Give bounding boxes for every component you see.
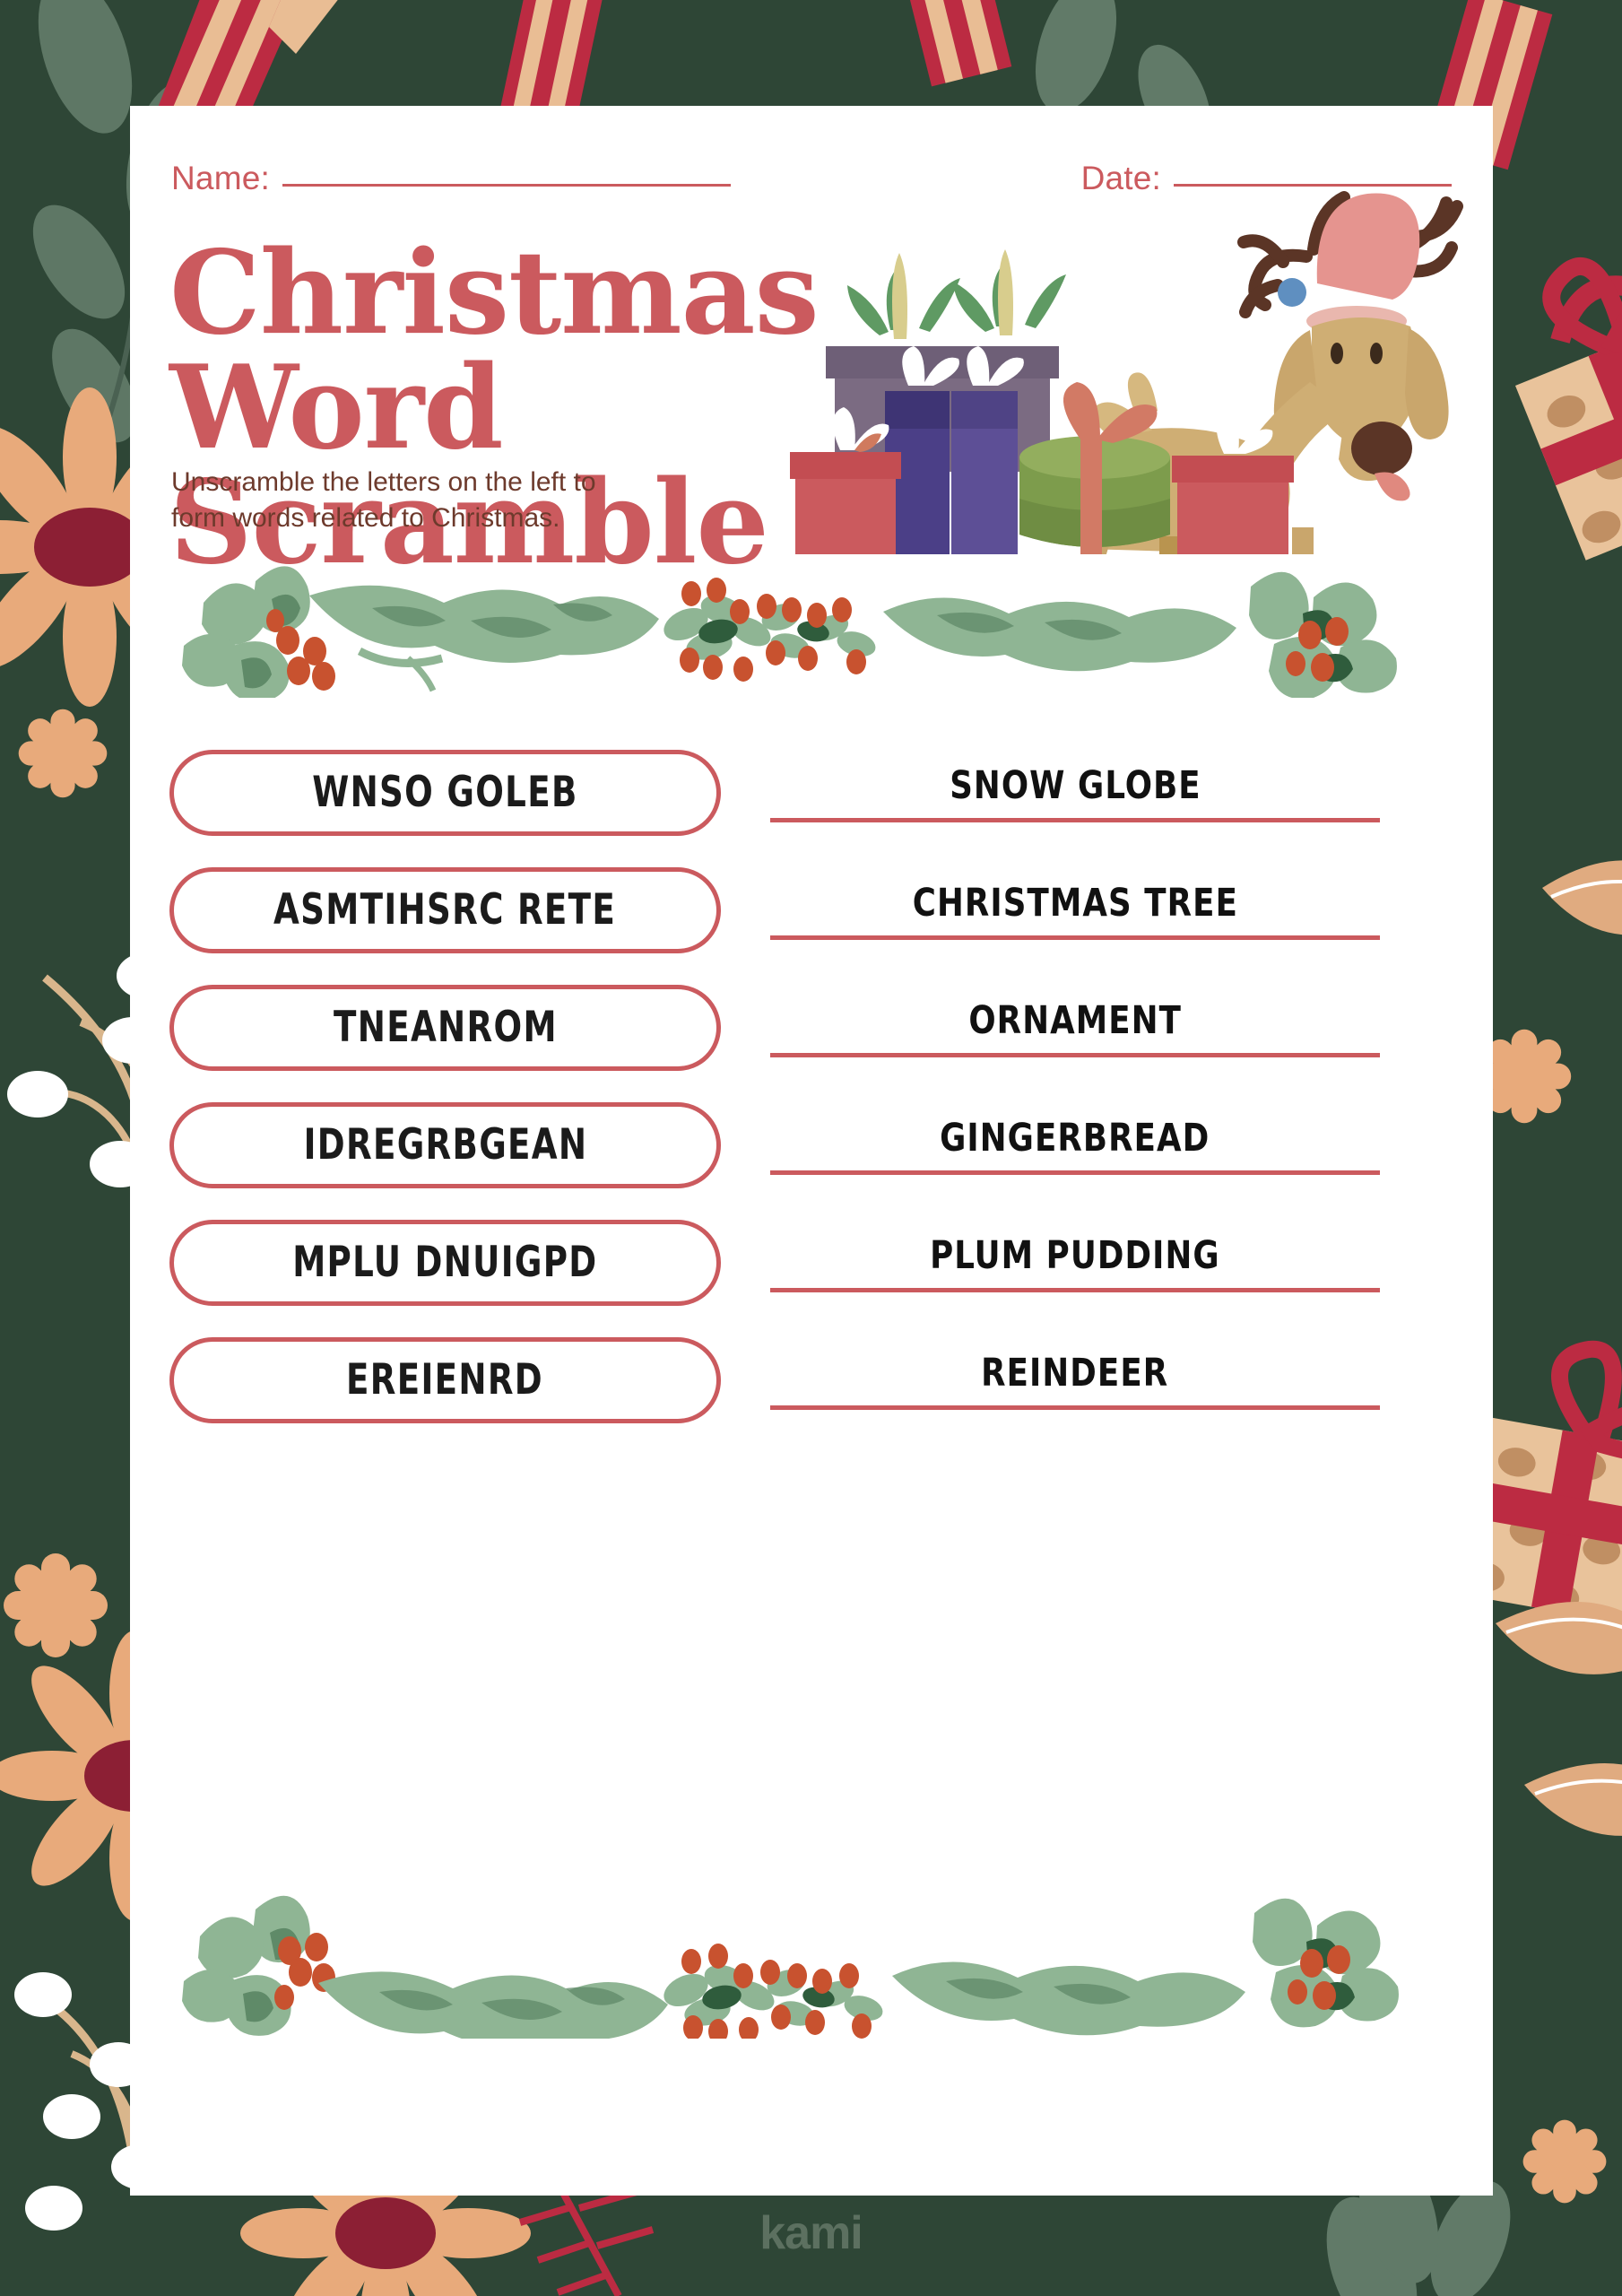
worksheet-card: Name: Date: Christmas Word Scramble Unsc…: [130, 106, 1493, 2196]
scrambled-word-text: TNEANROM: [333, 1003, 558, 1052]
scramble-row: ASMTIHSRC RETE CHRISTMAS TREE: [130, 851, 1493, 969]
scrambled-word-text: IDREGRBGEAN: [303, 1120, 587, 1170]
holly-garland-divider-bottom: [148, 1886, 1475, 2048]
answer-slot[interactable]: REINDEER: [770, 1351, 1380, 1410]
scramble-row: MPLU DNUIGPD PLUM PUDDING: [130, 1204, 1493, 1321]
answer-slot[interactable]: PLUM PUDDING: [770, 1233, 1380, 1292]
scrambled-word-pill[interactable]: IDREGRBGEAN: [169, 1101, 721, 1188]
name-write-line[interactable]: [282, 184, 731, 187]
answer-text: CHRISTMAS TREE: [912, 880, 1238, 926]
answer-write-line: [770, 1052, 1380, 1057]
scramble-row: IDREGRBGEAN GINGERBREAD: [130, 1086, 1493, 1204]
answer-slot[interactable]: GINGERBREAD: [770, 1116, 1380, 1175]
scramble-row: TNEANROM ORNAMENT: [130, 969, 1493, 1086]
scrambled-word-pill[interactable]: EREIENRD: [169, 1336, 721, 1423]
answer-write-line: [770, 1287, 1380, 1292]
scrambled-word-pill[interactable]: WNSO GOLEB: [169, 749, 721, 836]
name-field[interactable]: Name:: [171, 160, 731, 197]
answer-text: ORNAMENT: [968, 997, 1182, 1043]
answer-text: GINGERBREAD: [940, 1115, 1210, 1161]
scrambled-word-text: MPLU DNUIGPD: [292, 1238, 598, 1287]
scrambled-word-pill[interactable]: MPLU DNUIGPD: [169, 1219, 721, 1306]
answer-write-line: [770, 935, 1380, 940]
scrambled-word-text: ASMTIHSRC RETE: [273, 885, 617, 935]
answer-slot[interactable]: ORNAMENT: [770, 998, 1380, 1057]
instructions-text: Unscramble the letters on the left to fo…: [171, 467, 596, 533]
answer-write-line: [770, 817, 1380, 822]
answer-write-line: [770, 1170, 1380, 1175]
answer-text: PLUM PUDDING: [930, 1232, 1220, 1278]
title-line-1: Christmas Word: [169, 226, 820, 475]
kami-watermark: kami: [759, 2207, 863, 2259]
answer-slot[interactable]: SNOW GLOBE: [770, 763, 1380, 822]
scramble-rows: WNSO GOLEB SNOW GLOBE ASMTIHSRC RETE CHR…: [130, 734, 1493, 1439]
holly-garland-divider-top: [148, 545, 1475, 702]
scramble-row: WNSO GOLEB SNOW GLOBE: [130, 734, 1493, 851]
scrambled-word-pill[interactable]: TNEANROM: [169, 984, 721, 1071]
answer-text: SNOW GLOBE: [949, 762, 1201, 808]
scrambled-word-text: EREIENRD: [346, 1355, 544, 1405]
answer-slot[interactable]: CHRISTMAS TREE: [770, 881, 1380, 940]
answer-write-line: [770, 1405, 1380, 1410]
answer-text: REINDEER: [981, 1350, 1169, 1396]
reindeer-with-gifts-illustration: [776, 151, 1484, 594]
scrambled-word-text: WNSO GOLEB: [312, 768, 578, 817]
scramble-row: EREIENRD REINDEER: [130, 1321, 1493, 1439]
name-label: Name:: [171, 160, 270, 196]
scrambled-word-pill[interactable]: ASMTIHSRC RETE: [169, 866, 721, 953]
